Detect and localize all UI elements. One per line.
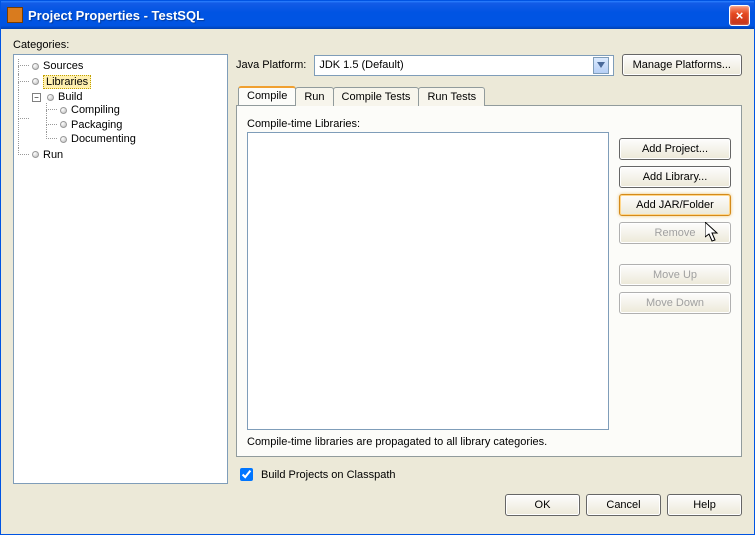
java-platform-value: JDK 1.5 (Default) [319,59,403,71]
build-projects-classpath-checkbox[interactable] [240,468,253,481]
bullet-icon [47,94,54,101]
compile-libraries-label: Compile-time Libraries: [247,118,609,130]
add-jar-folder-button[interactable]: Add JAR/Folder [619,194,731,216]
compile-hint: Compile-time libraries are propagated to… [247,436,609,448]
bullet-icon [32,63,39,70]
compile-panel: Compile-time Libraries: Compile-time lib… [236,105,742,457]
bullet-icon [60,136,67,143]
tab-bar: Compile Run Compile Tests Run Tests [236,86,742,105]
categories-tree[interactable]: Sources Libraries − Build Compiling Packa… [13,54,228,484]
build-projects-classpath-label: Build Projects on Classpath [261,469,396,481]
add-library-button[interactable]: Add Library... [619,166,731,188]
bullet-icon [60,107,67,114]
remove-button: Remove [619,222,731,244]
tab-compile-tests[interactable]: Compile Tests [333,87,420,106]
compile-libraries-list[interactable] [247,132,609,430]
app-icon [7,7,23,23]
tree-label: Libraries [43,75,91,89]
tree-item-documenting[interactable]: Documenting [60,133,136,145]
tab-run[interactable]: Run [295,87,333,106]
dropdown-arrow-icon[interactable] [593,57,609,74]
tree-label: Build [58,91,82,103]
tab-compile[interactable]: Compile [238,86,296,105]
window-title: Project Properties - TestSQL [28,8,729,23]
help-button[interactable]: Help [667,494,742,516]
java-platform-select[interactable]: JDK 1.5 (Default) [314,55,613,76]
tree-label: Packaging [71,119,122,131]
tree-label: Documenting [71,133,136,145]
titlebar: Project Properties - TestSQL × [1,1,754,29]
cancel-button[interactable]: Cancel [586,494,661,516]
java-platform-label: Java Platform: [236,59,306,71]
bullet-icon [60,121,67,128]
close-button[interactable]: × [729,5,750,26]
tree-label: Compiling [71,104,120,116]
bullet-icon [32,78,39,85]
tab-run-tests[interactable]: Run Tests [418,87,485,106]
categories-label: Categories: [13,39,742,51]
tree-label: Sources [43,60,83,72]
add-project-button[interactable]: Add Project... [619,138,731,160]
tree-label: Run [43,149,63,161]
manage-platforms-button[interactable]: Manage Platforms... [622,54,742,76]
tree-item-libraries[interactable]: Libraries [32,75,91,89]
bullet-icon [32,151,39,158]
collapse-icon[interactable]: − [32,93,41,102]
tree-item-sources[interactable]: Sources [32,60,83,72]
tree-item-packaging[interactable]: Packaging [60,119,122,131]
tree-item-compiling[interactable]: Compiling [60,104,120,116]
tree-item-run[interactable]: Run [32,149,63,161]
ok-button[interactable]: OK [505,494,580,516]
tree-item-build[interactable]: − Build [32,91,82,103]
move-down-button: Move Down [619,292,731,314]
move-up-button: Move Up [619,264,731,286]
